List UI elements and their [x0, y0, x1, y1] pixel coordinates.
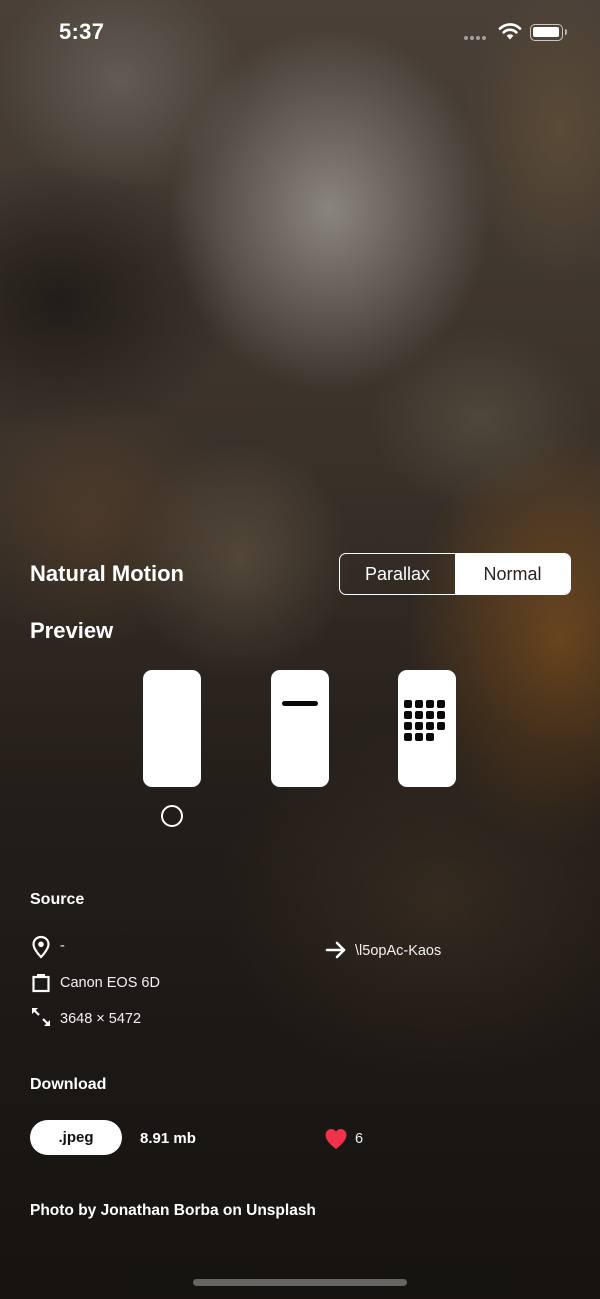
motion-segmented-control[interactable]: Parallax Normal — [339, 553, 571, 595]
download-title: Download — [30, 1076, 107, 1093]
download-jpeg-button[interactable]: .jpeg — [30, 1120, 122, 1155]
resize-icon — [32, 1008, 50, 1026]
dimensions-value: 3648 × 5472 — [60, 1011, 142, 1027]
bottom-scrim — [0, 480, 600, 1299]
location-pin-icon — [32, 935, 50, 959]
wifi-icon — [498, 23, 522, 40]
home-indicator[interactable] — [193, 1279, 407, 1286]
arrow-right-icon[interactable] — [325, 940, 347, 960]
phone-grid-icon[interactable] — [398, 670, 456, 787]
bar-icon — [282, 701, 318, 706]
preview-title: Preview — [30, 618, 114, 643]
natural-motion-title: Natural Motion — [30, 561, 184, 586]
file-size: 8.91 mb — [140, 1130, 196, 1147]
location-value: - — [60, 938, 65, 954]
phone-bar-icon[interactable] — [271, 670, 329, 787]
photo-credit[interactable]: Photo by Jonathan Borba on Unsplash — [30, 1202, 316, 1220]
preview-selection-indicator — [161, 805, 183, 827]
battery-icon — [530, 24, 567, 41]
phone-blank-icon[interactable] — [143, 670, 201, 787]
source-link[interactable]: \l5opAc-Kaos — [355, 943, 441, 959]
camera-icon — [32, 974, 50, 993]
heart-icon[interactable] — [324, 1128, 348, 1150]
camera-value: Canon EOS 6D — [60, 975, 160, 991]
grid-dots-icon — [404, 700, 445, 741]
normal-segment[interactable]: Normal — [455, 554, 570, 594]
likes-count: 6 — [355, 1131, 364, 1147]
source-title: Source — [30, 891, 85, 908]
cellular-signal-icon — [464, 36, 486, 40]
status-time: 5:37 — [59, 19, 105, 44]
parallax-segment[interactable]: Parallax — [340, 554, 455, 594]
